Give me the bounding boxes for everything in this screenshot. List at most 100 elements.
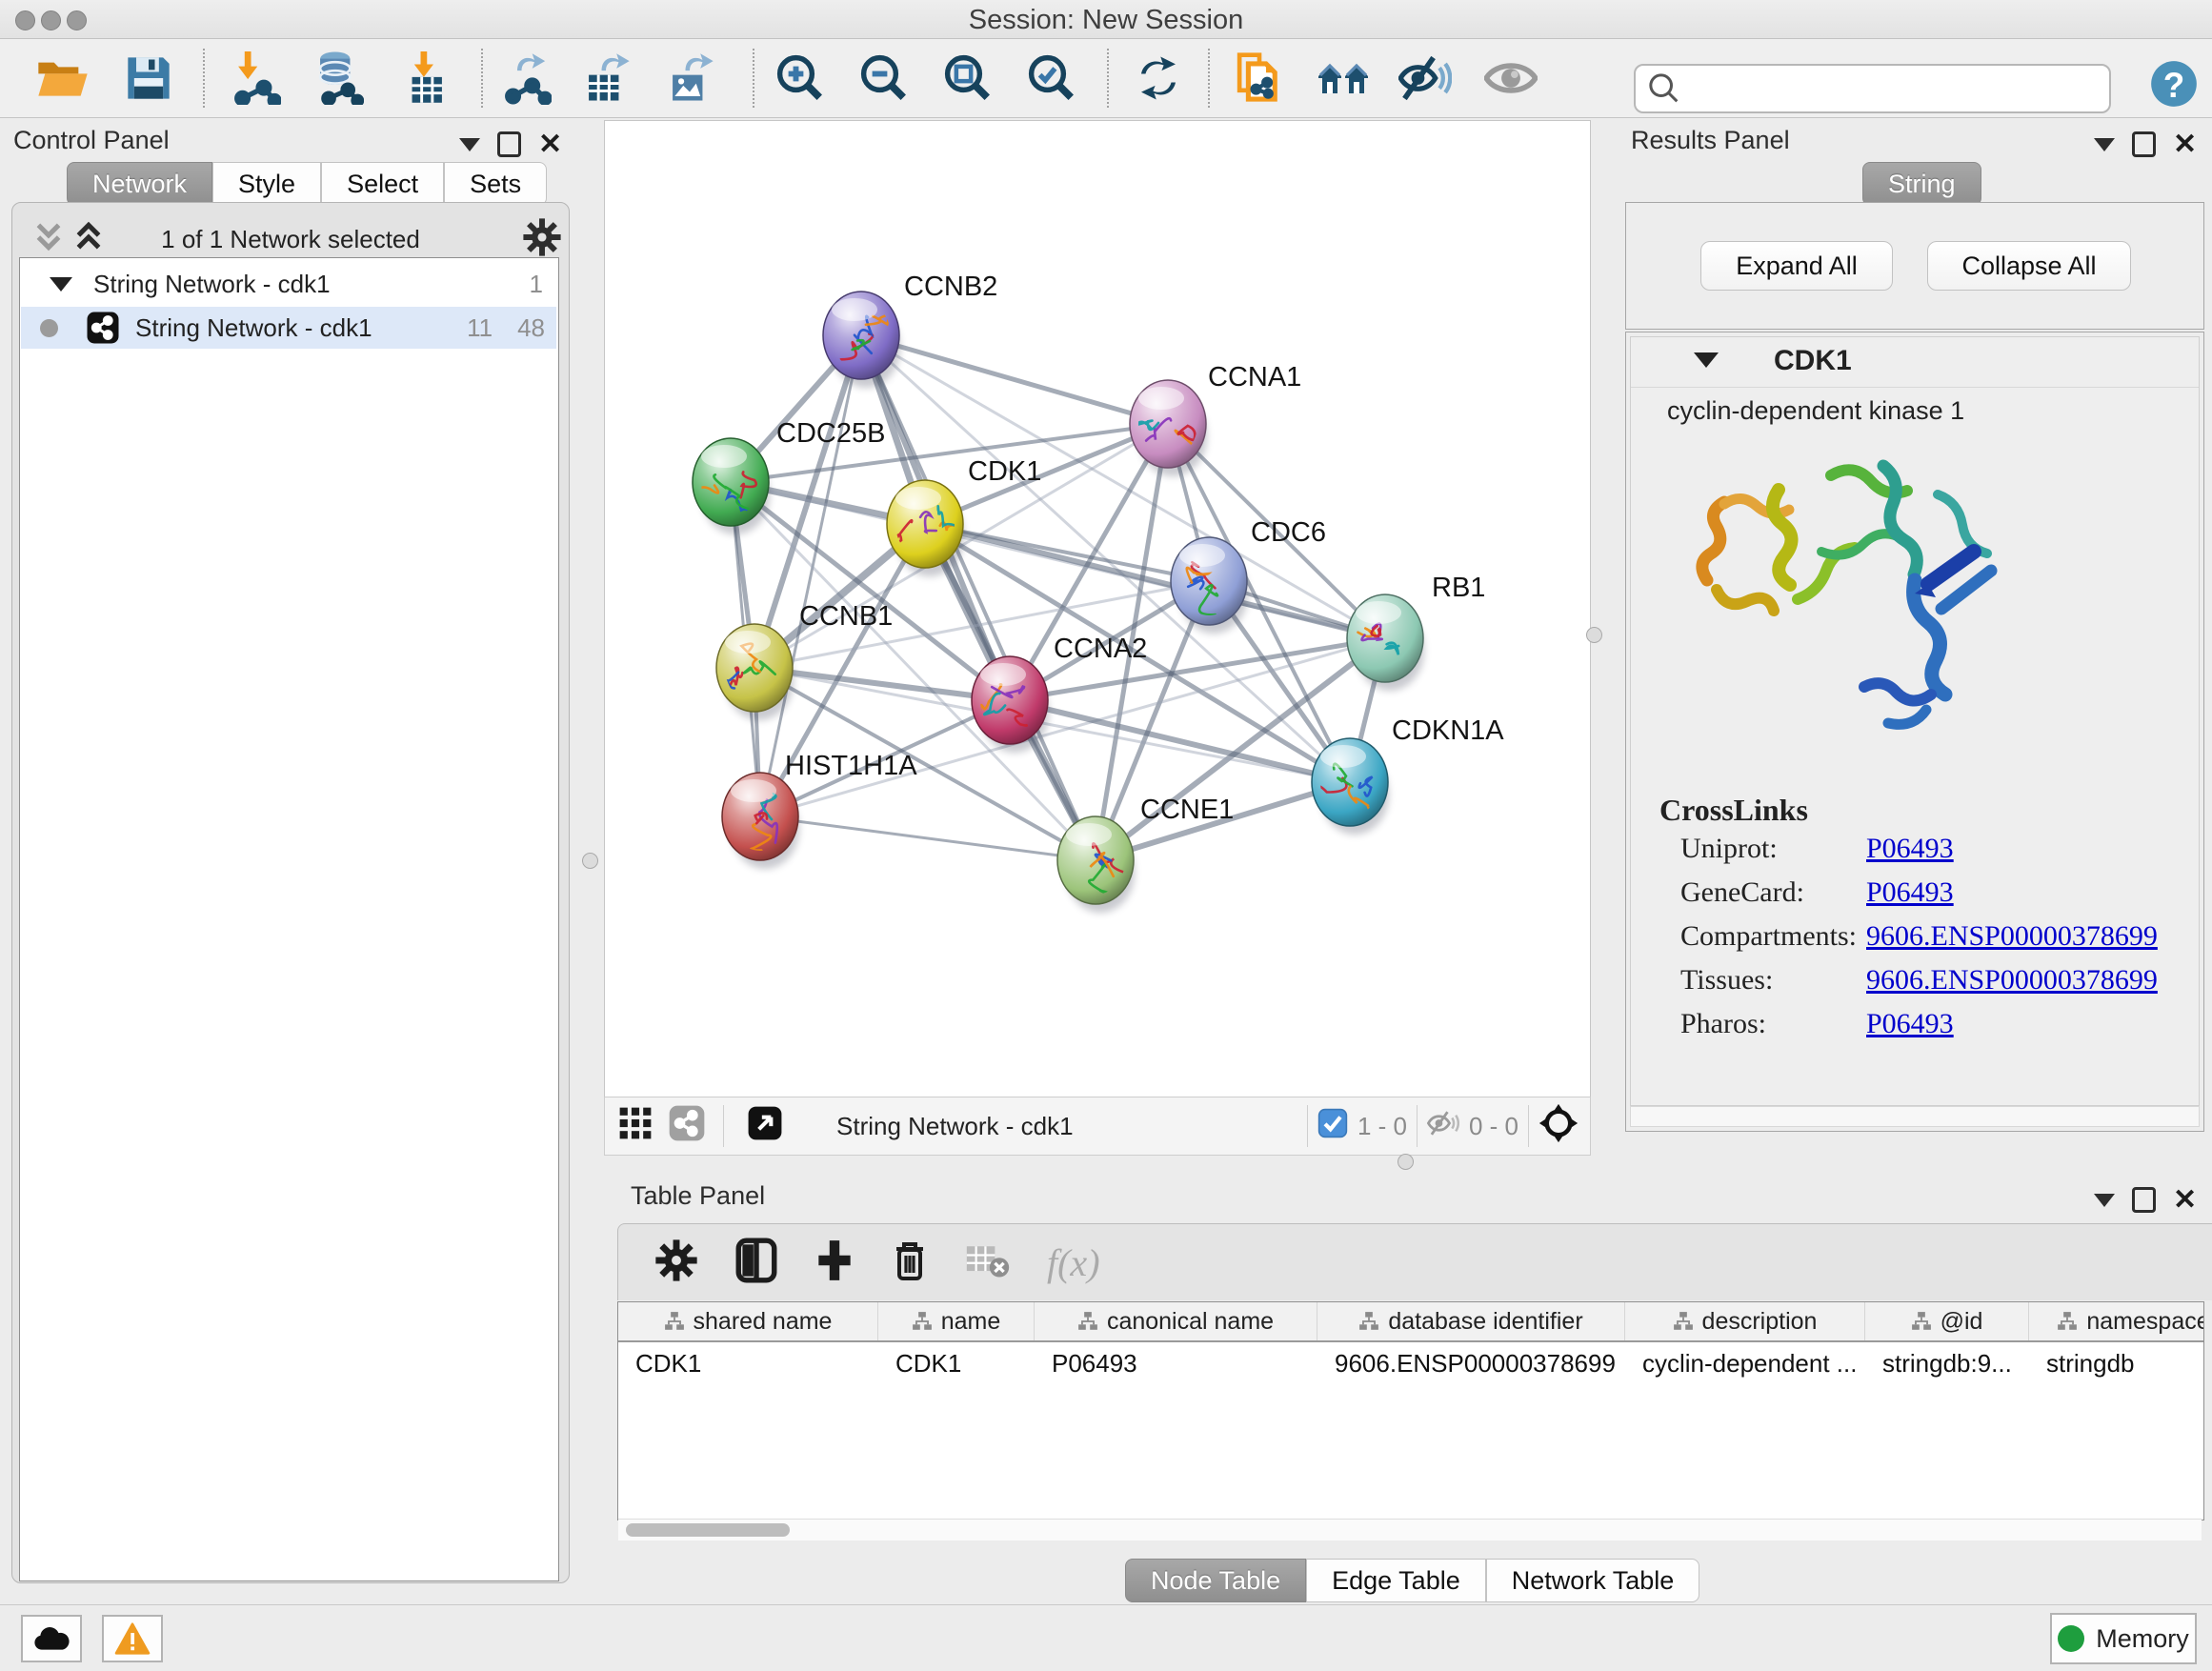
horizontal-splitter-handle[interactable] [1398, 1154, 1414, 1170]
import-network-from-file-button[interactable] [229, 51, 282, 105]
table-cell[interactable]: 9606.ENSP00000378699 [1317, 1342, 1625, 1384]
collapse-all-networks-button[interactable] [32, 219, 65, 258]
function-builder-button[interactable]: f(x) [1047, 1240, 1100, 1285]
node-CCNB1[interactable] [716, 624, 794, 720]
zoom-selected-button[interactable] [1025, 51, 1078, 105]
zoom-out-button[interactable] [857, 51, 911, 105]
refresh-button[interactable] [1132, 51, 1185, 105]
tab-node-table[interactable]: Node Table [1125, 1559, 1306, 1602]
crosslink-link[interactable]: 9606.ENSP00000378699 [1866, 964, 2158, 997]
column-header-canonical-name[interactable]: canonical name [1035, 1302, 1317, 1340]
node-RB1[interactable] [1347, 594, 1424, 691]
table-cell[interactable]: CDK1 [878, 1342, 1035, 1384]
collapse-panel-icon[interactable] [2094, 138, 2115, 151]
table-row[interactable]: CDK1CDK1P064939606.ENSP00000378699cyclin… [618, 1342, 2204, 1384]
create-column-button[interactable] [814, 1237, 855, 1289]
tab-style[interactable]: Style [212, 162, 321, 206]
crosslink-link[interactable]: P06493 [1866, 833, 1954, 865]
delete-column-button[interactable] [891, 1237, 929, 1289]
table-cell[interactable]: cyclin-dependent ... [1625, 1342, 1865, 1384]
show-columns-button[interactable] [734, 1237, 778, 1289]
column-header-@id[interactable]: @id [1865, 1302, 2029, 1340]
memory-button[interactable]: Memory [2050, 1613, 2197, 1664]
node-CCNA1[interactable] [1130, 380, 1207, 476]
table-horizontal-scrollbar[interactable] [618, 1519, 2202, 1540]
network-collection-row[interactable]: String Network - cdk1 1 [21, 263, 556, 305]
node-CCNE1[interactable] [1057, 816, 1135, 913]
crosslink-link[interactable]: P06493 [1866, 1008, 1954, 1040]
collapse-panel-icon[interactable] [459, 138, 480, 151]
table-cell[interactable]: CDK1 [618, 1342, 878, 1384]
node-CDC6[interactable] [1171, 537, 1248, 634]
close-panel-icon[interactable]: ✕ [2173, 135, 2197, 154]
import-network-from-database-button[interactable] [311, 51, 364, 105]
warnings-button[interactable] [102, 1615, 163, 1662]
close-panel-icon[interactable]: ✕ [538, 135, 562, 154]
grid-view-button[interactable] [618, 1106, 653, 1147]
expand-all-networks-button[interactable] [72, 219, 105, 258]
search-input[interactable] [1683, 74, 2109, 104]
node-HIST1H1A[interactable] [722, 773, 799, 869]
zoom-fit-button[interactable] [941, 51, 995, 105]
import-table-from-file-button[interactable] [398, 51, 452, 105]
selected-checkbox[interactable] [1317, 1108, 1348, 1145]
float-panel-icon[interactable] [497, 131, 521, 157]
expand-all-button[interactable]: Expand All [1700, 241, 1893, 291]
save-session-button[interactable] [122, 51, 175, 105]
scrollbar-thumb[interactable] [626, 1523, 790, 1537]
collapse-all-button[interactable]: Collapse All [1927, 241, 2131, 291]
network-options-button[interactable] [522, 217, 562, 262]
column-header-shared-name[interactable]: shared name [618, 1302, 878, 1340]
delete-table-button[interactable] [965, 1240, 1011, 1285]
first-neighbors-button[interactable] [1317, 51, 1370, 105]
section-expander-icon[interactable] [1694, 352, 1719, 368]
node-CCNA2[interactable] [972, 656, 1049, 753]
column-header-description[interactable]: description [1625, 1302, 1865, 1340]
cloud-status-button[interactable] [21, 1615, 82, 1662]
column-header-namespace[interactable]: namespace [2029, 1302, 2204, 1340]
node-CCNB2[interactable] [823, 292, 900, 388]
birdseye-view-button[interactable] [1538, 1103, 1579, 1150]
table-cell[interactable]: P06493 [1035, 1342, 1317, 1384]
node-CDC25B[interactable] [692, 438, 771, 534]
tab-sets[interactable]: Sets [444, 162, 547, 206]
table-cell[interactable]: stringdb:9... [1865, 1342, 2029, 1384]
node-CDK1[interactable] [887, 480, 967, 576]
column-header-name[interactable]: name [878, 1302, 1035, 1340]
right-splitter-handle[interactable] [1586, 627, 1602, 643]
column-header-database-identifier[interactable]: database identifier [1317, 1302, 1625, 1340]
network-row-selected[interactable]: String Network - cdk1 11 48 [21, 307, 556, 349]
collapse-panel-icon[interactable] [2094, 1194, 2115, 1207]
export-image-button[interactable] [663, 51, 716, 105]
close-panel-icon[interactable]: ✕ [2173, 1191, 2197, 1210]
zoom-in-button[interactable] [774, 51, 827, 105]
tree-expander-icon[interactable] [50, 277, 72, 292]
node-CDKN1A[interactable] [1312, 738, 1389, 835]
table-settings-button[interactable] [654, 1238, 698, 1287]
table-cell[interactable]: stringdb [2029, 1342, 2204, 1384]
float-panel-icon[interactable] [2132, 1187, 2156, 1213]
search-icon [1645, 70, 1683, 108]
tab-edge-table[interactable]: Edge Table [1306, 1559, 1486, 1602]
crosslink-link[interactable]: P06493 [1866, 876, 1954, 909]
show-all-button[interactable] [1484, 51, 1538, 105]
results-scrollbar-track[interactable] [1630, 1106, 2200, 1127]
export-network-button[interactable] [499, 51, 553, 105]
crosslink-link[interactable]: 9606.ENSP00000378699 [1866, 920, 2158, 953]
tab-string[interactable]: String [1862, 162, 1981, 206]
detach-view-button[interactable] [747, 1105, 783, 1148]
new-network-from-selection-button[interactable] [1233, 51, 1286, 105]
tab-select[interactable]: Select [321, 162, 444, 206]
open-session-button[interactable] [36, 51, 90, 105]
float-panel-icon[interactable] [2132, 131, 2156, 157]
export-table-button[interactable] [579, 51, 633, 105]
hide-selected-button[interactable] [1398, 51, 1452, 105]
left-splitter-handle[interactable] [582, 853, 598, 869]
gene-section-header[interactable]: CDK1 [1631, 337, 2199, 388]
column-header-label: database identifier [1388, 1308, 1582, 1336]
tab-network[interactable]: Network [67, 162, 212, 206]
tab-network-table[interactable]: Network Table [1486, 1559, 1700, 1602]
network-canvas[interactable]: CCNB2CCNA1CDC25BCDK1CDC6RB1CCNB1CCNA2CDK… [604, 120, 1591, 1097]
share-badge-icon [668, 1104, 706, 1142]
help-button[interactable]: ? [2149, 59, 2199, 113]
